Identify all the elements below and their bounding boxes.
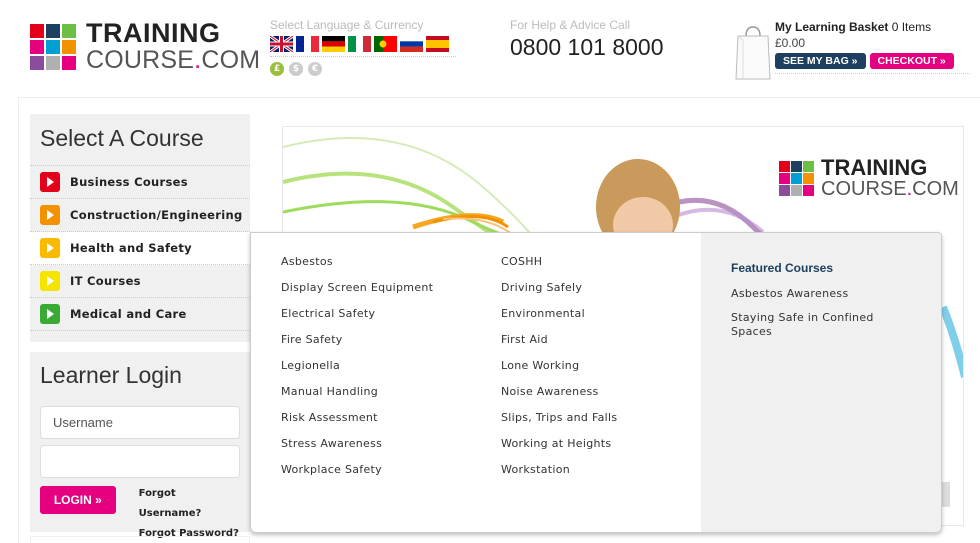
menu-item-risk-assessment[interactable]: Risk Assessment xyxy=(281,411,433,437)
play-arrow-icon xyxy=(40,205,60,225)
forgot-username-link[interactable]: Forgot Username? xyxy=(139,484,240,524)
menu-item-workstation[interactable]: Workstation xyxy=(501,463,617,489)
login-title: Learner Login xyxy=(40,362,182,388)
help-phone[interactable]: 0800 101 8000 xyxy=(510,34,664,61)
featured-courses-title: Featured Courses xyxy=(731,261,834,275)
help-contact: For Help & Advice Call 0800 101 8000 xyxy=(510,18,664,61)
currency-list: £ $ € xyxy=(270,62,456,76)
select-course-panel: Select A Course Business Courses Constru… xyxy=(30,114,250,342)
menu-item-electrical-safety[interactable]: Electrical Safety xyxy=(281,307,433,333)
course-health-safety[interactable]: Health and Safety xyxy=(30,232,250,265)
course-label: Health and Safety xyxy=(70,241,192,255)
currency-usd[interactable]: $ xyxy=(289,62,303,76)
dropdown-column-1: Asbestos Display Screen Equipment Electr… xyxy=(281,255,433,489)
play-arrow-icon xyxy=(40,271,60,291)
checkout-button[interactable]: CHECKOUT » xyxy=(869,53,954,69)
menu-item-workplace-safety[interactable]: Workplace Safety xyxy=(281,463,433,489)
health-safety-dropdown: Asbestos Display Screen Equipment Electr… xyxy=(250,232,942,533)
content-left-border xyxy=(18,97,19,543)
logo-line-1: TRAINING xyxy=(86,18,221,48)
menu-item-asbestos[interactable]: Asbestos xyxy=(281,255,433,281)
menu-item-legionella[interactable]: Legionella xyxy=(281,359,433,385)
course-label: Construction/Engineering xyxy=(70,208,243,222)
menu-item-fire-safety[interactable]: Fire Safety xyxy=(281,333,433,359)
banner-logo-line-2: COURSE.COM xyxy=(821,178,959,200)
featured-asbestos-awareness[interactable]: Asbestos Awareness xyxy=(731,287,901,301)
help-title: For Help & Advice Call xyxy=(510,18,631,32)
menu-item-manual-handling[interactable]: Manual Handling xyxy=(281,385,433,411)
menu-item-slips-trips-falls[interactable]: Slips, Trips and Falls xyxy=(501,411,617,437)
shopping-bag-icon[interactable] xyxy=(735,24,771,80)
site-logo[interactable]: TRAINING COURSE.COM xyxy=(30,20,260,73)
course-business[interactable]: Business Courses xyxy=(30,166,250,199)
currency-gbp[interactable]: £ xyxy=(270,62,284,76)
learning-basket: My Learning Basket 0 Items £0.00 SEE MY … xyxy=(735,20,970,82)
logo-mark-icon xyxy=(30,23,76,70)
menu-item-display-screen-equipment[interactable]: Display Screen Equipment xyxy=(281,281,433,307)
learner-login-panel: Learner Login LOGIN » Forgot Username? F… xyxy=(30,352,250,539)
menu-item-stress-awareness[interactable]: Stress Awareness xyxy=(281,437,433,463)
fr-flag-icon[interactable] xyxy=(296,36,319,52)
course-construction[interactable]: Construction/Engineering xyxy=(30,199,250,232)
featured-confined-spaces[interactable]: Staying Safe in Confined Spaces xyxy=(731,311,901,339)
menu-item-noise-awareness[interactable]: Noise Awareness xyxy=(501,385,617,411)
de-flag-icon[interactable] xyxy=(322,36,345,52)
basket-title: My Learning Basket 0 Items xyxy=(775,20,932,34)
pt-flag-icon[interactable] xyxy=(374,36,397,52)
menu-item-working-at-heights[interactable]: Working at Heights xyxy=(501,437,617,463)
gb-flag-icon[interactable] xyxy=(270,36,293,52)
login-button[interactable]: LOGIN » xyxy=(40,486,116,514)
basket-total: £0.00 xyxy=(775,36,806,50)
flag-list xyxy=(270,36,456,57)
language-currency-selector: Select Language & Currency £ $ € xyxy=(270,18,456,76)
language-title: Select Language & Currency xyxy=(270,18,424,32)
play-arrow-icon xyxy=(40,304,60,324)
es-flag-icon[interactable] xyxy=(426,36,449,52)
ru-flag-icon[interactable] xyxy=(400,36,423,52)
menu-item-driving-safely[interactable]: Driving Safely xyxy=(501,281,617,307)
logo-mark-icon xyxy=(779,160,814,196)
basket-count: 0 Items xyxy=(891,20,932,34)
select-course-title: Select A Course xyxy=(30,114,250,166)
play-arrow-icon xyxy=(40,172,60,192)
banner-logo: TRAINING COURSE.COM xyxy=(779,157,959,199)
course-label: Business Courses xyxy=(70,175,188,189)
course-medical[interactable]: Medical and Care xyxy=(30,298,250,331)
play-arrow-icon xyxy=(40,238,60,258)
it-flag-icon[interactable] xyxy=(348,36,371,52)
logo-line-2: COURSE.COM xyxy=(86,46,261,74)
menu-item-lone-working[interactable]: Lone Working xyxy=(501,359,617,385)
currency-eur[interactable]: € xyxy=(308,62,322,76)
dropdown-column-2: COSHH Driving Safely Environmental First… xyxy=(501,255,617,489)
menu-item-coshh[interactable]: COSHH xyxy=(501,255,617,281)
banner-logo-line-1: TRAINING xyxy=(821,155,928,180)
featured-courses: Featured Courses Asbestos Awareness Stay… xyxy=(701,233,941,532)
menu-item-environmental[interactable]: Environmental xyxy=(501,307,617,333)
see-my-bag-button[interactable]: SEE MY BAG » xyxy=(775,53,866,69)
course-it[interactable]: IT Courses xyxy=(30,265,250,298)
password-input[interactable] xyxy=(40,445,240,478)
menu-item-first-aid[interactable]: First Aid xyxy=(501,333,617,359)
course-label: Medical and Care xyxy=(70,307,187,321)
sidebar-next-panel xyxy=(30,536,250,543)
course-label: IT Courses xyxy=(70,274,141,288)
username-input[interactable] xyxy=(40,406,240,439)
header-divider xyxy=(18,97,980,98)
